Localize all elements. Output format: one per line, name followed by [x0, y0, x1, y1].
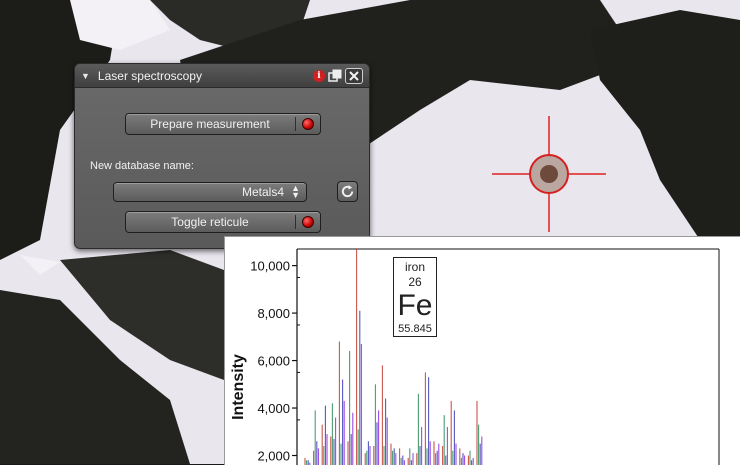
- spectrum-chart-svg: 2,000 4,000 6,000 8,000 10,000 Intensity: [230, 248, 720, 465]
- element-number: 26: [408, 275, 422, 289]
- status-led-icon: [302, 118, 314, 130]
- database-name-select[interactable]: Metals4 ▲ ▼: [113, 182, 307, 202]
- element-name: iron: [404, 260, 425, 274]
- y-tick-label: 2,000: [257, 449, 290, 464]
- collapse-triangle-icon[interactable]: ▼: [81, 71, 90, 81]
- prepare-measurement-label: Prepare measurement: [150, 117, 270, 131]
- panel-title: Laser spectroscopy: [97, 68, 202, 83]
- refresh-icon: [341, 184, 354, 198]
- database-name-value: Metals4: [241, 185, 284, 199]
- database-name-label: New database name:: [90, 160, 194, 172]
- y-tick-label: 6,000: [257, 354, 290, 369]
- element-card: iron 26 Fe 55.845: [393, 257, 437, 337]
- prepare-measurement-button[interactable]: Prepare measurement: [125, 113, 321, 135]
- select-arrows-icon: ▲ ▼: [291, 183, 300, 200]
- y-tick-label: 4,000: [257, 401, 290, 416]
- y-tick-label: 8,000: [257, 306, 290, 321]
- element-symbol: Fe: [397, 289, 433, 322]
- laser-spectroscopy-panel[interactable]: ▼ Laser spectroscopy i Prepare measureme…: [74, 63, 370, 249]
- button-separator: [295, 215, 296, 229]
- y-axis-title: Intensity: [230, 354, 247, 420]
- laser-spot-core: [540, 165, 558, 183]
- status-led-icon: [302, 216, 314, 228]
- spectrum-chart: 2,000 4,000 6,000 8,000 10,000 Intensity iron…: [224, 236, 740, 465]
- close-icon[interactable]: [345, 67, 363, 84]
- button-separator: [295, 117, 296, 131]
- float-window-icon[interactable]: [328, 69, 342, 83]
- panel-titlebar[interactable]: ▼ Laser spectroscopy i: [75, 64, 369, 88]
- refresh-button[interactable]: [337, 181, 358, 202]
- toggle-reticule-label: Toggle reticule: [171, 215, 249, 229]
- info-icon[interactable]: i: [313, 69, 325, 82]
- y-tick-label: 10,000: [250, 259, 290, 274]
- toggle-reticule-button[interactable]: Toggle reticule: [125, 211, 321, 233]
- element-mass: 55.845: [398, 323, 432, 335]
